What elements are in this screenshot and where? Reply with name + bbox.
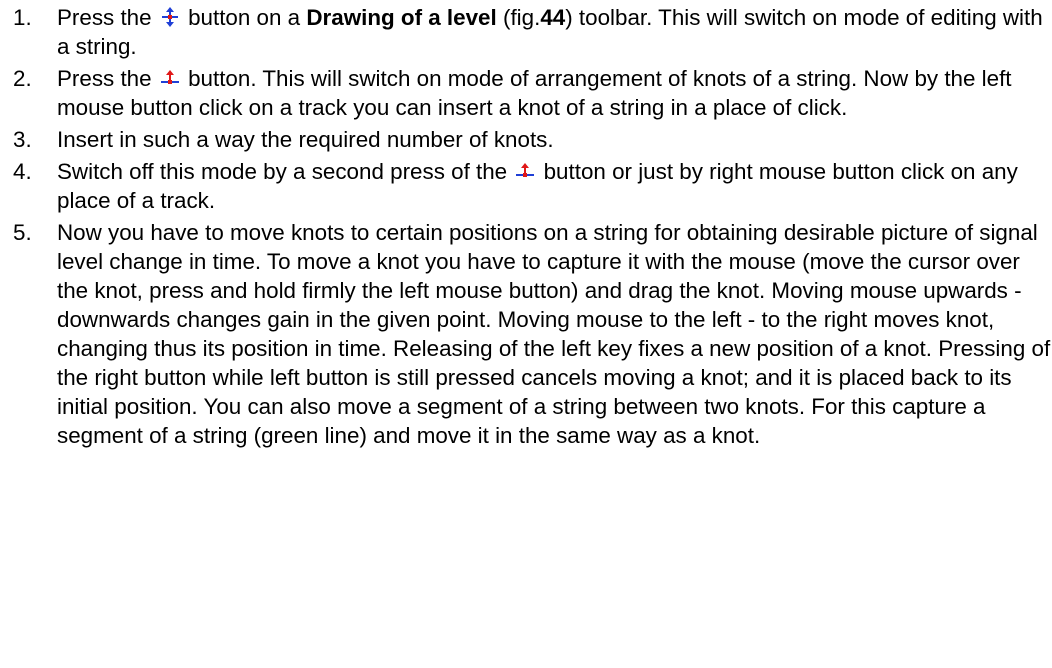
step-number: 1.: [13, 5, 32, 30]
step-text: Press the: [57, 5, 152, 30]
string-edit-mode-icon: [161, 7, 179, 27]
list-item: 4. Switch off this mode by a second pres…: [0, 157, 1052, 215]
step-number: 4.: [13, 159, 32, 184]
list-item: 1. Press the button on a Drawing of a le…: [0, 3, 1052, 61]
instruction-list: 1. Press the button on a Drawing of a le…: [0, 0, 1052, 450]
list-item: 3. Insert in such a way the required num…: [0, 125, 1052, 154]
step-text: (fig.: [502, 5, 541, 30]
toolbar-name: Drawing of a level: [306, 5, 497, 30]
insert-knot-icon: [160, 68, 179, 88]
list-item: 2. Press the button. This will switch on…: [0, 64, 1052, 122]
step-text: Now you have to move knots to certain po…: [57, 220, 1051, 448]
step-text: button on a: [188, 5, 301, 30]
list-item: 5. Now you have to move knots to certain…: [0, 218, 1052, 450]
insert-knot-icon: [516, 161, 535, 181]
step-number: 3.: [13, 127, 32, 152]
step-text: Switch off this mode by a second press o…: [57, 159, 508, 184]
step-text: Press the: [57, 66, 152, 91]
figure-number: 44: [540, 5, 566, 30]
step-number: 5.: [13, 220, 32, 245]
step-text: button. This will switch on mode of arra…: [57, 66, 1012, 120]
step-text: Insert in such a way the required number…: [57, 127, 554, 152]
step-number: 2.: [13, 66, 32, 91]
